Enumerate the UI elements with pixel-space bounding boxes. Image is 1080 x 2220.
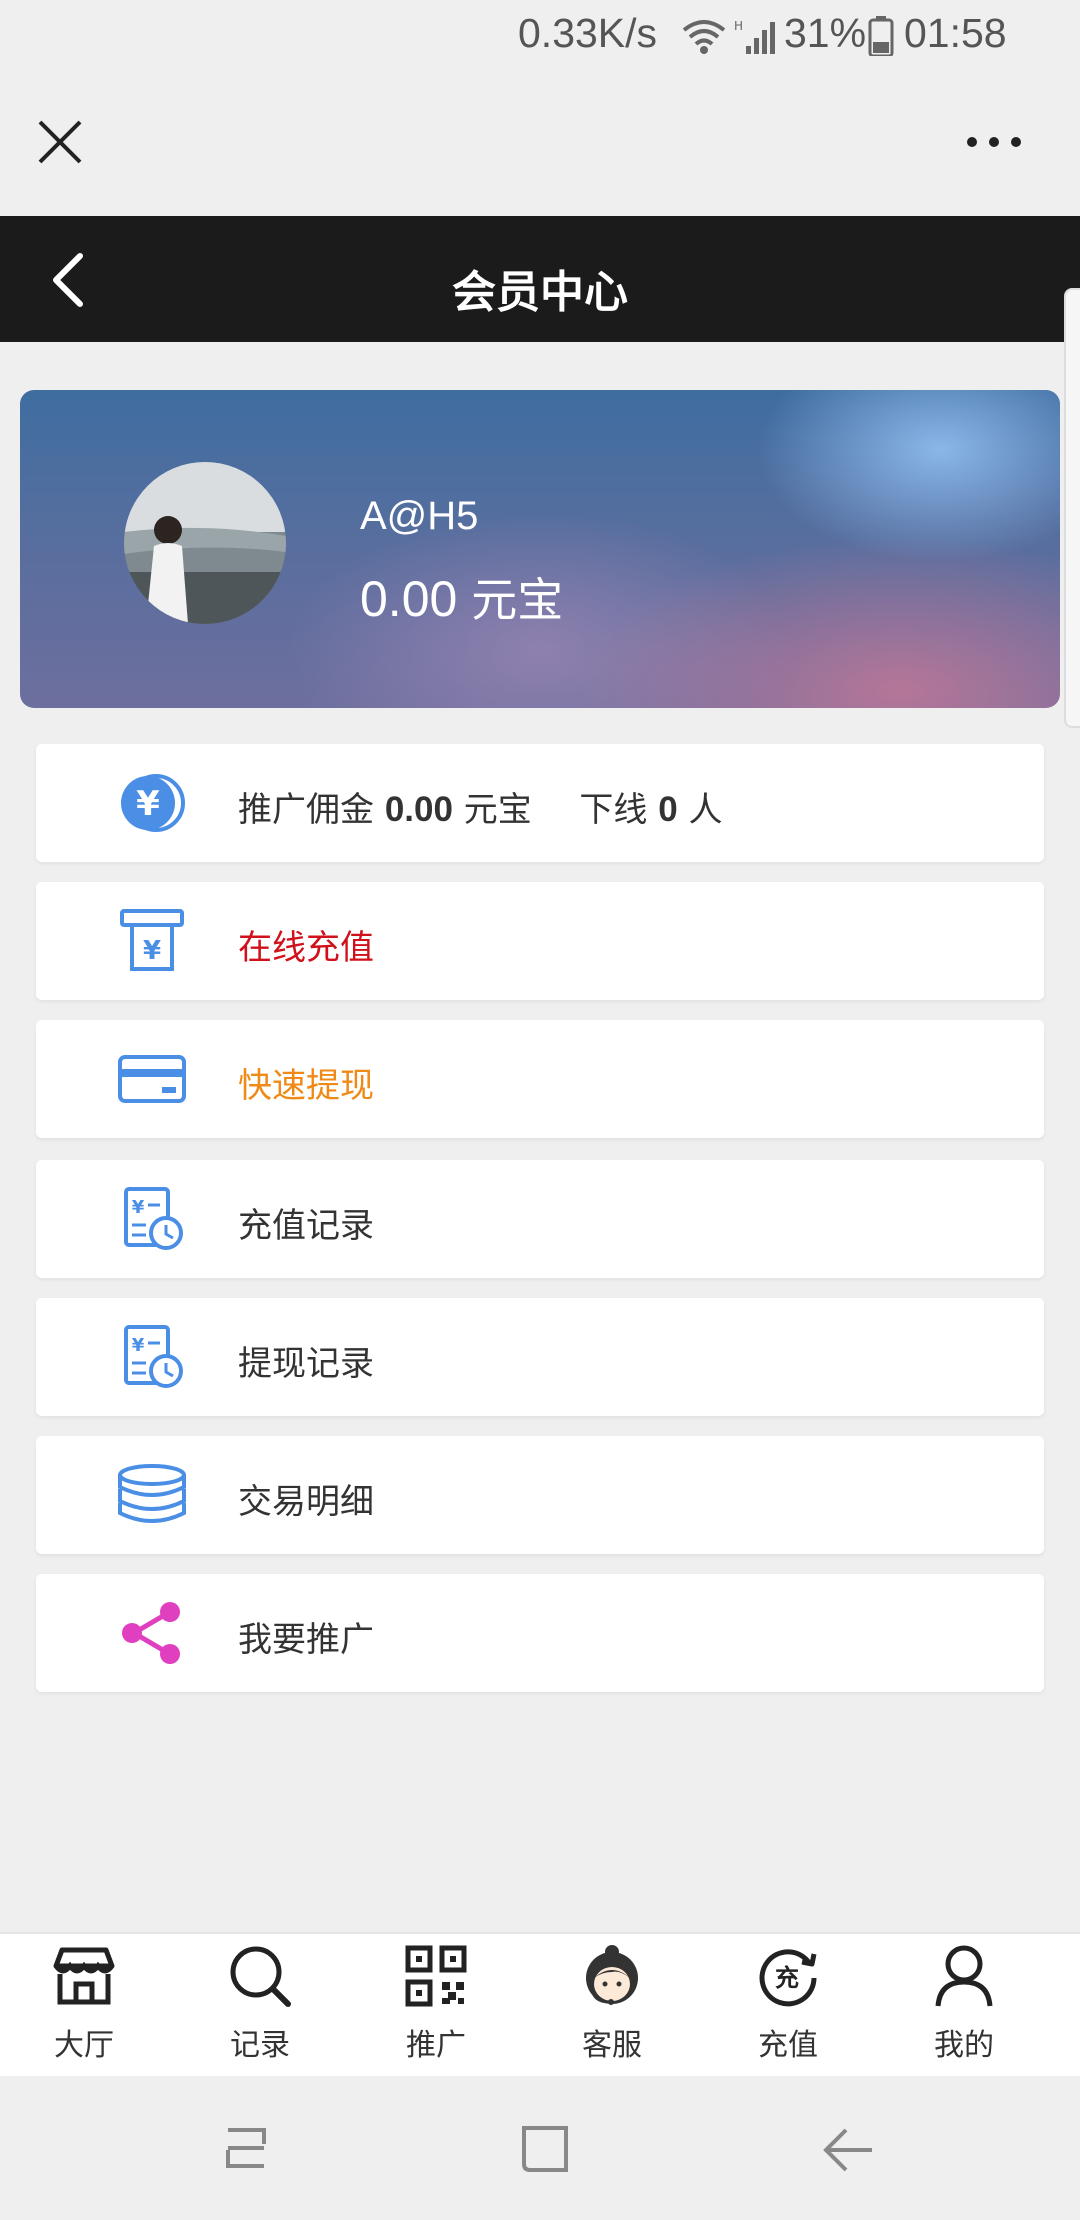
recharge-online-label: 在线充值 [238,928,374,968]
svg-text:H: H [734,19,743,33]
atm-icon: ¥ [116,909,188,973]
qrcode-icon [405,1945,467,2007]
svg-text:¥: ¥ [136,784,160,824]
svg-text:¥: ¥ [132,1197,145,1218]
balance: 0.00 元宝 [360,564,563,630]
profile-card: A@H5 0.00 元宝 [20,390,1060,708]
nav-item-mine[interactable]: 我的 [894,1944,1034,2068]
browser-top-bar [0,72,1080,216]
nav-label: 充值 [758,2028,818,2063]
nav-label: 记录 [230,2028,290,2063]
nav-item-recharge[interactable]: 充 充值 [718,1944,858,2068]
battery-percent: 31% [784,10,867,56]
commission-text: 推广佣金 0.00 元宝 下线 0 人 [238,782,722,831]
record-icon: ¥ [116,1325,188,1389]
scrollbar-handle[interactable] [1064,288,1080,728]
commission-value: 0.00 [384,790,453,829]
nav-label: 我的 [934,2028,994,2063]
menu-item-recharge-record[interactable]: ¥ 充值记录 [36,1160,1044,1278]
menu-item-transactions[interactable]: 交易明细 [36,1436,1044,1554]
nav-item-customer-service[interactable]: 客服 [542,1944,682,2068]
recharge-icon: 充 [759,1949,817,2007]
menu-item-quick-withdraw[interactable]: 快速提现 [36,1020,1044,1138]
quick-withdraw-label: 快速提现 [238,1066,374,1106]
username: A@H5 [360,494,479,538]
balance-value: 0.00 [360,571,458,627]
nav-item-hall[interactable]: 大厅 [14,1944,154,2068]
balance-unit: 元宝 [471,573,564,627]
coin-icon: ¥ [116,771,188,835]
clock: 01:58 [904,10,1007,56]
signal-icon: H [734,19,775,54]
nav-item-promote[interactable]: 推广 [366,1944,506,2068]
search-icon [230,1946,291,2007]
menu-item-commission[interactable]: ¥ 推广佣金 0.00 元宝 下线 0 人 [36,744,1044,862]
menu-item-withdraw-record[interactable]: ¥ 提现记录 [36,1298,1044,1416]
menu-item-promote[interactable]: 我要推广 [36,1574,1044,1692]
user-icon [935,1945,993,2007]
page-title: 会员中心 [452,267,628,318]
share-icon [116,1601,188,1665]
downline-count: 0 [658,790,678,829]
coins-stack-icon [116,1463,188,1527]
downline-unit: 人 [688,790,723,830]
status-icons: H [680,16,782,56]
svg-text:¥: ¥ [132,1335,145,1356]
record-icon: ¥ [116,1187,188,1251]
card-icon [116,1047,188,1111]
downline-label: 下线 [579,790,648,830]
customer-service-icon [586,1945,638,2005]
promote-label: 我要推广 [238,1620,374,1660]
close-icon[interactable] [36,118,84,166]
bottom-nav: 大厅 记录 推广 客服 充 充值 我的 [0,1932,1080,2076]
recent-apps-icon[interactable] [216,2120,276,2180]
nav-item-records[interactable]: 记录 [190,1944,330,2068]
menu-item-recharge-online[interactable]: ¥ 在线充值 [36,882,1044,1000]
status-bar: 0.33K/s H 31% 01:58 [0,0,1080,72]
nav-label: 客服 [582,2028,642,2063]
withdraw-record-label: 提现记录 [238,1344,374,1384]
store-icon [53,1947,115,2005]
commission-label: 推广佣金 [238,790,374,830]
nav-label: 推广 [406,2028,466,2063]
svg-text:¥: ¥ [143,936,161,966]
network-speed: 0.33K/s [518,10,658,56]
recharge-icon-text: 充 [775,1964,799,1992]
recharge-record-label: 充值记录 [238,1206,374,1246]
nav-label: 大厅 [54,2028,114,2063]
page-header: 会员中心 [0,216,1080,342]
avatar[interactable] [124,462,286,624]
system-nav-bar [0,2076,1080,2220]
commission-unit: 元宝 [463,790,532,830]
home-icon[interactable] [516,2120,576,2180]
battery-icon [868,16,894,56]
wifi-icon [682,20,726,54]
back-icon[interactable] [818,2120,878,2180]
transactions-label: 交易明细 [238,1482,374,1522]
more-icon[interactable] [964,134,1024,150]
